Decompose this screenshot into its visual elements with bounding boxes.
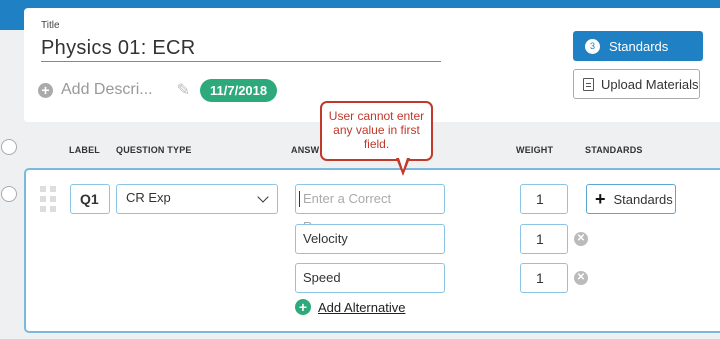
callout-pointer-inner (399, 158, 407, 170)
add-standards-label: Standards (613, 191, 673, 207)
add-alternative-link[interactable]: + Add Alternative (295, 299, 405, 315)
drag-handle-icon[interactable] (40, 186, 56, 212)
question-select-radio[interactable] (1, 186, 17, 202)
weight-input[interactable]: 1 (520, 184, 568, 214)
column-weight-header: WEIGHT (516, 145, 554, 155)
standards-button[interactable]: 3 Standards (573, 31, 703, 61)
add-description-link[interactable]: Add Descri... (61, 81, 153, 99)
remove-answer-icon[interactable]: ✕ (574, 271, 588, 285)
alternative-answer-input[interactable]: Velocity (295, 224, 445, 254)
column-answer-header: ANSW (291, 145, 320, 155)
remove-answer-icon[interactable]: ✕ (574, 232, 588, 246)
add-standards-button[interactable]: + Standards (586, 184, 676, 214)
description-row: + Add Descri... ✎ 11/7/2018 (38, 78, 278, 102)
question-type-value: CR Exp (126, 190, 171, 205)
plus-circle-icon: + (295, 299, 311, 315)
weight-input[interactable]: 1 (520, 263, 568, 293)
weight-input[interactable]: 1 (520, 224, 568, 254)
add-alternative-label: Add Alternative (318, 299, 406, 315)
document-icon (583, 77, 594, 91)
plus-icon: + (595, 189, 606, 209)
annotation-callout: User cannot enter any value in first fie… (320, 101, 433, 161)
question-label-input[interactable]: Q1 (70, 184, 110, 214)
standards-button-label: Standards (609, 38, 669, 54)
pencil-icon[interactable]: ✎ (177, 80, 190, 100)
correct-response-input[interactable]: Enter a Correct Response (295, 184, 445, 234)
title-input[interactable]: Physics 01: ECR (41, 34, 441, 62)
standards-count-badge: 3 (585, 38, 600, 54)
upload-materials-label: Upload Materials (601, 76, 699, 92)
plus-circle-icon[interactable]: + (38, 82, 53, 98)
date-badge[interactable]: 11/7/2018 (200, 78, 278, 102)
chevron-down-icon (257, 191, 269, 203)
title-label: Title (41, 20, 60, 31)
question-type-select[interactable]: CR Exp (116, 184, 278, 214)
column-question-type-header: QUESTION TYPE (116, 145, 192, 155)
upload-materials-button[interactable]: Upload Materials (573, 69, 700, 99)
alternative-answer-input[interactable]: Speed (295, 263, 445, 293)
select-all-radio[interactable] (1, 139, 17, 155)
column-standards-header: STANDARDS (585, 145, 643, 155)
column-label-header: LABEL (69, 145, 100, 155)
text-cursor (299, 191, 300, 207)
